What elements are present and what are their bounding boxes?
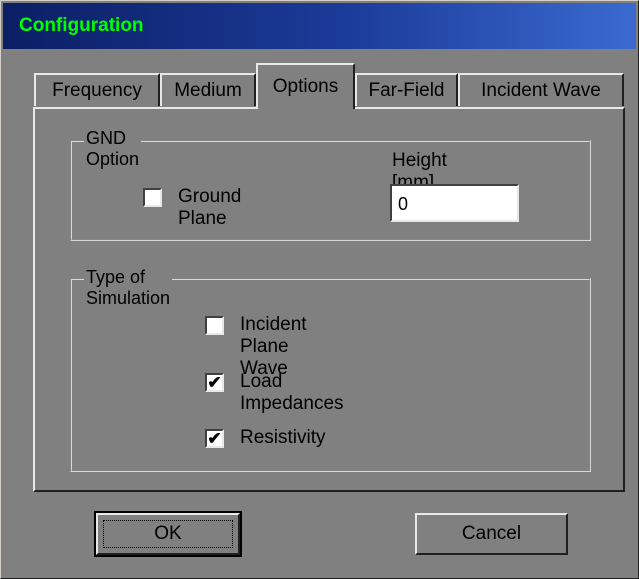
active-tab-join <box>258 105 353 111</box>
ground-plane-label: Ground Plane <box>178 186 242 229</box>
tab-incident-wave-label: Incident Wave <box>481 79 601 101</box>
tab-far-field[interactable]: Far-Field <box>355 73 458 106</box>
tab-medium-label: Medium <box>174 79 242 101</box>
tab-far-field-label: Far-Field <box>368 79 445 101</box>
tab-medium[interactable]: Medium <box>160 73 256 106</box>
tab-options-label: Options <box>272 76 339 97</box>
gnd-option-group-label: GND Option <box>84 128 142 170</box>
cancel-button[interactable]: Cancel <box>415 513 568 555</box>
title-bar[interactable]: Configuration <box>3 3 636 49</box>
resistivity-checkbox[interactable]: ✔ <box>205 429 224 448</box>
ok-focus-rect <box>103 520 233 548</box>
tab-incident-wave[interactable]: Incident Wave <box>458 73 624 106</box>
tab-options[interactable]: Options <box>256 63 355 109</box>
window-title: Configuration <box>19 15 144 36</box>
load-impedances-checkbox[interactable]: ✔ <box>205 373 224 392</box>
load-impedances-label: Load Impedances <box>240 371 344 414</box>
tab-frequency-label: Frequency <box>52 79 142 101</box>
height-input[interactable]: 0 <box>390 184 519 222</box>
incident-plane-wave-checkbox[interactable] <box>205 316 224 335</box>
resistivity-label: Resistivity <box>240 427 326 448</box>
cancel-button-label: Cancel <box>461 523 522 544</box>
ground-plane-checkbox[interactable] <box>143 188 162 207</box>
type-of-simulation-group-label: Type of Simulation <box>84 267 173 309</box>
ok-button[interactable]: OK <box>94 511 242 557</box>
tab-frequency[interactable]: Frequency <box>34 73 160 106</box>
